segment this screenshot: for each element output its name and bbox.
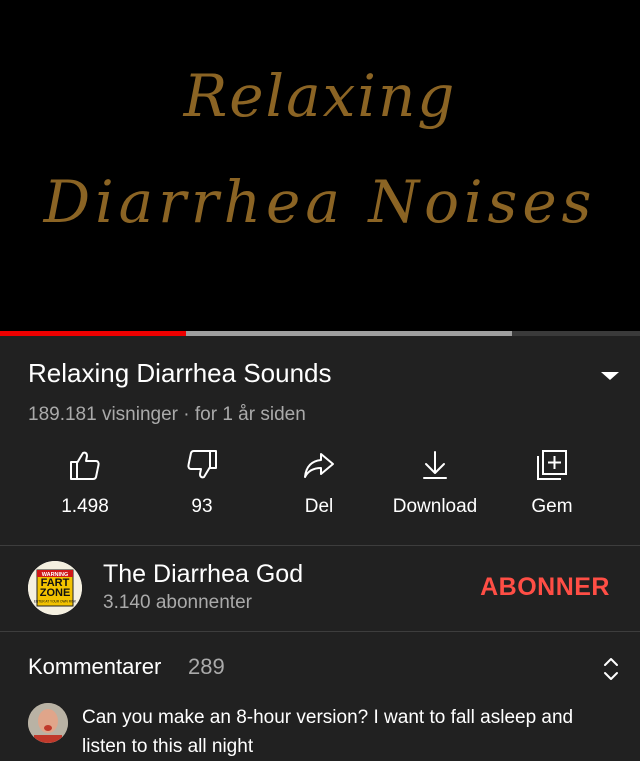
expand-description-button[interactable] — [598, 364, 622, 388]
save-button[interactable]: Gem — [497, 448, 607, 518]
dislike-count: 93 — [191, 496, 213, 517]
share-button[interactable]: Del — [264, 448, 374, 518]
like-count: 1.498 — [61, 496, 109, 517]
comments-header[interactable]: Kommentarer — [28, 654, 161, 680]
comment-text: Can you make an 8-hour version? I want t… — [82, 707, 574, 757]
subscriber-count: 3.140 abonnenter — [103, 592, 252, 613]
like-button[interactable]: 1.498 — [30, 448, 140, 518]
dislike-button[interactable]: 93 — [147, 448, 257, 518]
share-icon — [304, 453, 334, 478]
svg-text:ENTER AT YOUR OWN RISK: ENTER AT YOUR OWN RISK — [34, 600, 77, 604]
add-to-playlist-icon — [537, 450, 567, 480]
unfold-icon — [604, 658, 618, 680]
expand-comments-button[interactable] — [599, 654, 623, 684]
comments-count: 289 — [188, 654, 225, 679]
channel-name[interactable]: The Diarrhea God — [103, 560, 303, 589]
subscribe-button[interactable]: ABONNER — [480, 573, 610, 602]
video-title: Relaxing Diarrhea Sounds — [28, 358, 332, 388]
save-label: Gem — [531, 496, 573, 517]
divider — [0, 545, 640, 546]
progress-played — [0, 331, 186, 336]
thumbnail-title-line2: Diarrhea Noises — [43, 168, 597, 236]
fart-zone-sign-logo: WARNING FART ZONE ENTER AT YOUR OWN RISK — [28, 561, 82, 615]
thumbnail-title-line1: Relaxing — [183, 62, 457, 130]
download-label: Download — [392, 496, 478, 517]
divider — [0, 631, 640, 632]
thumbs-down-icon — [187, 450, 217, 479]
download-button[interactable]: Download — [380, 448, 490, 518]
video-player[interactable]: Relaxing Diarrhea Noises — [0, 0, 640, 331]
share-label: Del — [304, 496, 334, 517]
channel-avatar[interactable]: WARNING FART ZONE ENTER AT YOUR OWN RISK — [28, 561, 82, 615]
user-avatar-icon — [28, 703, 68, 743]
video-meta: 189.181 visninger · for 1 år siden — [28, 404, 306, 425]
commenter-avatar[interactable] — [28, 703, 68, 743]
thumbs-up-icon — [70, 451, 100, 480]
svg-text:ZONE: ZONE — [40, 587, 71, 599]
action-bar: 1.498 93 Del Download Gem — [0, 448, 640, 528]
progress-bar[interactable] — [0, 331, 640, 336]
chevron-down-icon — [601, 372, 619, 380]
download-icon — [423, 451, 447, 479]
